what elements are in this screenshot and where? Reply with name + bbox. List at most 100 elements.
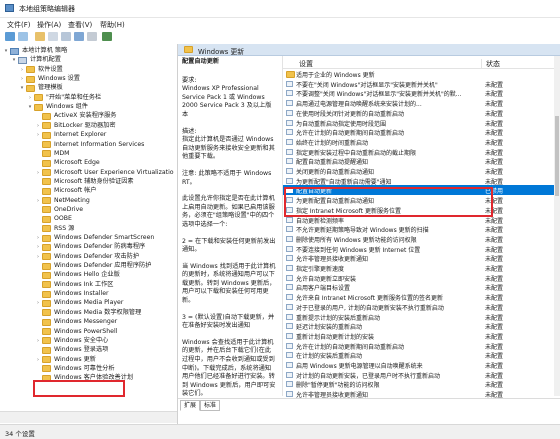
- policy-row[interactable]: 对于已登录的用户, 计划的自动更新安装不执行重新启动 未配置: [283, 302, 555, 312]
- policy-row[interactable]: 允许在计划的自动更新期间自动重新启动 未配置: [283, 341, 555, 351]
- policy-row[interactable]: 为更新配置自动重新启动通知 未配置: [283, 195, 555, 205]
- policy-name: 关闭更新的自动重新启动通知: [296, 169, 375, 176]
- tab-extended[interactable]: 扩展: [180, 400, 201, 411]
- policy-setting-icon: [286, 197, 293, 204]
- policy-name: 不允许更新延期策略导致对 Windows 更新的扫描: [296, 227, 429, 235]
- folder-icon: [42, 234, 51, 242]
- policy-state: 未配置: [485, 353, 504, 361]
- folder-icon: [42, 253, 51, 261]
- help-icon[interactable]: [74, 32, 84, 41]
- policy-row[interactable]: 重新提示计划的安装后重新启动 未配置: [283, 312, 555, 322]
- folder-icon: [42, 309, 51, 317]
- column-header-state[interactable]: 状态: [481, 59, 500, 68]
- menu-view[interactable]: 查看(V): [68, 20, 92, 30]
- policy-setting-icon: [286, 148, 293, 155]
- policy-row[interactable]: 指定 Intranet Microsoft 更新服务位置 未配置: [283, 205, 555, 215]
- policy-row[interactable]: 指定更新安装过程中自动重新启动的截止期限 未配置: [283, 147, 555, 157]
- list-vertical-scrollbar[interactable]: [554, 56, 560, 396]
- policy-setting-icon: [286, 245, 293, 252]
- policy-row[interactable]: 不允许更新延期策略导致对 Windows 更新的扫描 未配置: [283, 224, 555, 234]
- tree-item[interactable]: Windows 客户体验改善计划: [35, 373, 133, 383]
- policy-row[interactable]: 指定引擎更新速度 未配置: [283, 263, 555, 273]
- policy-setting-icon: [286, 90, 293, 97]
- policy-row[interactable]: 对计划的自动更新安装，已登录用户时不执行重新启动 未配置: [283, 370, 555, 380]
- folder-icon: [42, 150, 51, 158]
- policy-state: 未配置: [485, 178, 504, 186]
- tab-standard[interactable]: 标准: [200, 400, 221, 411]
- policy-setting-icon: [286, 313, 293, 320]
- menu-file[interactable]: 文件(F): [7, 20, 31, 30]
- folder-icon: [42, 262, 51, 270]
- policy-row[interactable]: 始终在计划的时间重新启动 未配置: [283, 137, 555, 147]
- policy-row[interactable]: 为更新配置"自动重新启动需要"通知 未配置: [283, 176, 555, 186]
- policy-row[interactable]: 为自动重新启动指定使用时段范围 未配置: [283, 118, 555, 128]
- policy-row[interactable]: 重新计划自动更新计划的安装 未配置: [283, 331, 555, 341]
- policy-name: 为自动重新启动指定使用时段范围: [296, 120, 387, 128]
- policy-name: 指定引擎更新速度: [296, 266, 345, 273]
- menu-action[interactable]: 操作(A): [37, 20, 61, 30]
- policy-state: 未配置: [485, 110, 504, 118]
- folder-icon: [26, 75, 35, 83]
- folder-icon: [286, 71, 295, 78]
- policy-name: 配置自动更新: [296, 188, 333, 196]
- back-arrow-icon[interactable]: [5, 32, 15, 41]
- policy-row[interactable]: 配置自动重新启动提醒通知 未配置: [283, 156, 555, 166]
- policy-row[interactable]: 启用客户端目标设置 未配置: [283, 282, 555, 292]
- forward-arrow-icon[interactable]: [18, 32, 28, 41]
- export-list-icon[interactable]: [61, 32, 71, 41]
- folder-icon: [42, 206, 51, 214]
- policy-setting-icon: [286, 119, 293, 126]
- policy-name: 始终在计划的时间重新启动: [296, 139, 369, 147]
- view-tabs: 扩展 标准: [178, 398, 560, 411]
- policy-name: 在计划的安装后重新启动: [296, 353, 363, 361]
- show-hide-tree-icon[interactable]: [48, 32, 58, 41]
- folder-icon: [184, 46, 193, 53]
- menu-help[interactable]: 帮助(H): [100, 20, 125, 30]
- policy-row[interactable]: 自动更新检测频率 未配置: [283, 215, 555, 225]
- properties-icon[interactable]: [87, 32, 97, 41]
- collapse-arrow-icon[interactable]: ▾: [27, 102, 33, 112]
- policy-setting-icon: [286, 342, 293, 349]
- policy-name: 指定 Intranet Microsoft 更新服务位置: [296, 207, 401, 215]
- filter-icon[interactable]: [102, 32, 112, 41]
- description-paragraph: 此设置允许你指定是否在此计算机上启用自动更新。如果已启用该服务，必须在"组策略设…: [182, 195, 275, 228]
- policy-row[interactable]: 允许在计划的自动更新期间自动重新启动 未配置: [283, 127, 555, 137]
- folder-up-icon[interactable]: [35, 32, 45, 41]
- collapse-arrow-icon[interactable]: ▾: [3, 46, 9, 56]
- policy-row[interactable]: 允许自动更新立即安装 未配置: [283, 273, 555, 283]
- policy-row[interactable]: 配置自动更新 已禁用: [283, 185, 555, 196]
- policy-name: 适用于企业的 Windows 更新: [296, 72, 375, 79]
- policy-state: 未配置: [485, 91, 504, 99]
- tree-horizontal-scrollbar[interactable]: [0, 411, 177, 423]
- folder-icon: [34, 103, 43, 111]
- policy-row[interactable]: 延迟计划安装的重新启动 未配置: [283, 321, 555, 331]
- policy-row[interactable]: 不要在"关闭 Windows"对话框显示"安装更新并关机" 未配置: [283, 79, 555, 89]
- folder-icon: [42, 197, 51, 205]
- policy-row[interactable]: 删除使用所有 Windows 更新功能的访问权限 未配置: [283, 234, 555, 244]
- policy-row[interactable]: 在使用时段关闭针对更新的自动重新启动 未配置: [283, 108, 555, 118]
- policy-row[interactable]: 允许非管理员接收更新通知 未配置: [283, 253, 555, 263]
- policy-setting-icon: [286, 371, 293, 378]
- policy-setting-icon: [286, 158, 293, 165]
- policy-row[interactable]: 不要调整"关闭 Windows"对话框显示"安装更新并关机"的默... 未配置: [283, 88, 555, 98]
- collapse-arrow-icon[interactable]: ▾: [11, 55, 17, 65]
- policy-name: 自动更新检测频率: [296, 217, 345, 225]
- folder-icon: [42, 141, 51, 148]
- policy-row[interactable]: 启用通过电源管理自动唤醒系统来安装计划的... 未配置: [283, 98, 555, 108]
- policy-row[interactable]: 不要连接到任何 Windows 更新 Internet 位置 未配置: [283, 244, 555, 254]
- policy-folder-row[interactable]: 适用于企业的 Windows 更新: [283, 69, 555, 79]
- scrollbar-thumb[interactable]: [555, 116, 559, 196]
- policy-setting-icon: [286, 255, 293, 262]
- column-header-setting[interactable]: 设置: [299, 59, 313, 69]
- folder-icon: [42, 299, 51, 307]
- policy-setting-icon: [286, 216, 293, 223]
- folder-icon: [42, 318, 51, 326]
- policy-row[interactable]: 删除"暂停更新"功能的访问权限 未配置: [283, 379, 555, 389]
- policy-row[interactable]: 关闭更新的自动重新启动通知 未配置: [283, 166, 555, 176]
- policy-row[interactable]: 启用 Windows 更新电源管理以自动唤醒系统来 未配置: [283, 360, 555, 370]
- policy-row[interactable]: 允许来自 Intranet Microsoft 更新服务位置的签名更新 未配置: [283, 292, 555, 302]
- policy-state: 未配置: [485, 130, 504, 138]
- policy-row[interactable]: 在计划的安装后重新启动 未配置: [283, 350, 555, 360]
- collapse-arrow-icon[interactable]: ▾: [19, 83, 25, 93]
- policy-state: 未配置: [485, 81, 504, 89]
